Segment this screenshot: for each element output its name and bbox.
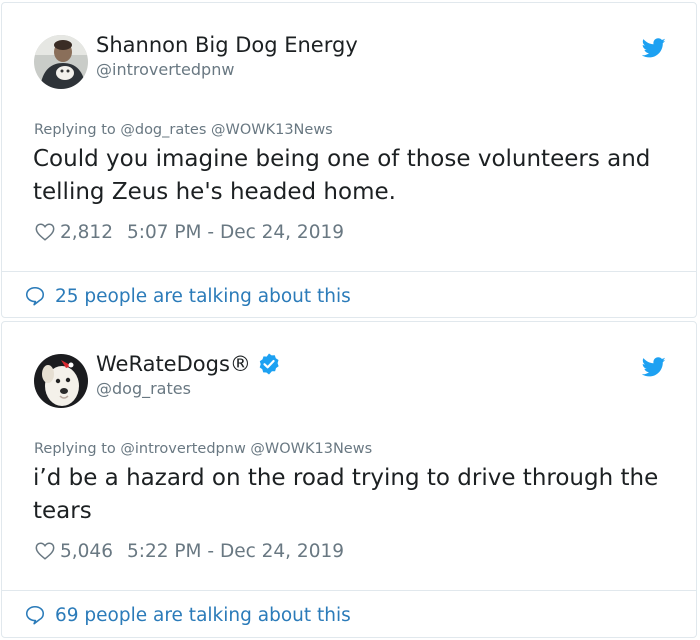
reply-label: Replying to — [34, 122, 116, 138]
heart-icon[interactable] — [34, 540, 56, 562]
like-count[interactable]: 2,812 — [60, 222, 113, 243]
display-name-text: Shannon Big Dog Energy — [96, 33, 358, 57]
conversation-link[interactable]: 69 people are talking about this — [24, 604, 351, 626]
user-avatar[interactable] — [34, 35, 88, 89]
like-count[interactable]: 5,046 — [60, 541, 113, 562]
conversation-link[interactable]: 25 people are talking about this — [24, 285, 351, 307]
reply-mentions[interactable]: @dog_rates @WOWK13News — [120, 122, 332, 138]
display-name[interactable]: Shannon Big Dog Energy — [96, 33, 358, 57]
divider — [2, 590, 696, 591]
timestamp[interactable]: 5:22 PM - Dec 24, 2019 — [127, 541, 344, 562]
tweet-card: WeRateDogs® @dog_rates Replying to @intr… — [1, 321, 697, 638]
twitter-bird-icon[interactable] — [642, 355, 666, 379]
reply-context: Replying to @dog_rates @WOWK13News — [34, 122, 333, 138]
conversation-link-text: 25 people are talking about this — [55, 285, 351, 307]
user-avatar[interactable] — [34, 354, 88, 408]
timestamp[interactable]: 5:07 PM - Dec 24, 2019 — [127, 222, 344, 243]
tweet-meta: 2,812 5:07 PM - Dec 24, 2019 — [34, 221, 344, 243]
display-name[interactable]: WeRateDogs® — [96, 352, 281, 376]
display-name-text: WeRateDogs® — [96, 352, 251, 376]
divider — [2, 271, 696, 272]
speech-bubble-icon — [25, 605, 45, 625]
reply-context: Replying to @introvertedpnw @WOWK13News — [34, 441, 372, 457]
dog-avatar-photo — [34, 354, 88, 408]
reply-mentions[interactable]: @introvertedpnw @WOWK13News — [120, 441, 372, 457]
reply-label: Replying to — [34, 441, 116, 457]
tweet-text: i’d be a hazard on the road trying to dr… — [33, 465, 659, 524]
tweet-card: Shannon Big Dog Energy @introvertedpnw R… — [1, 2, 697, 318]
user-handle[interactable]: @dog_rates — [96, 379, 191, 398]
tweet-text: Could you imagine being one of those vol… — [33, 146, 651, 205]
twitter-bird-icon[interactable] — [642, 36, 666, 60]
speech-bubble-icon — [25, 286, 45, 306]
conversation-link-text: 69 people are talking about this — [55, 604, 351, 626]
verified-badge-icon — [259, 353, 279, 375]
user-avatar-photo — [34, 35, 88, 89]
tweet-meta: 5,046 5:22 PM - Dec 24, 2019 — [34, 540, 344, 562]
user-handle[interactable]: @introvertedpnw — [96, 60, 234, 79]
heart-icon[interactable] — [34, 221, 56, 243]
